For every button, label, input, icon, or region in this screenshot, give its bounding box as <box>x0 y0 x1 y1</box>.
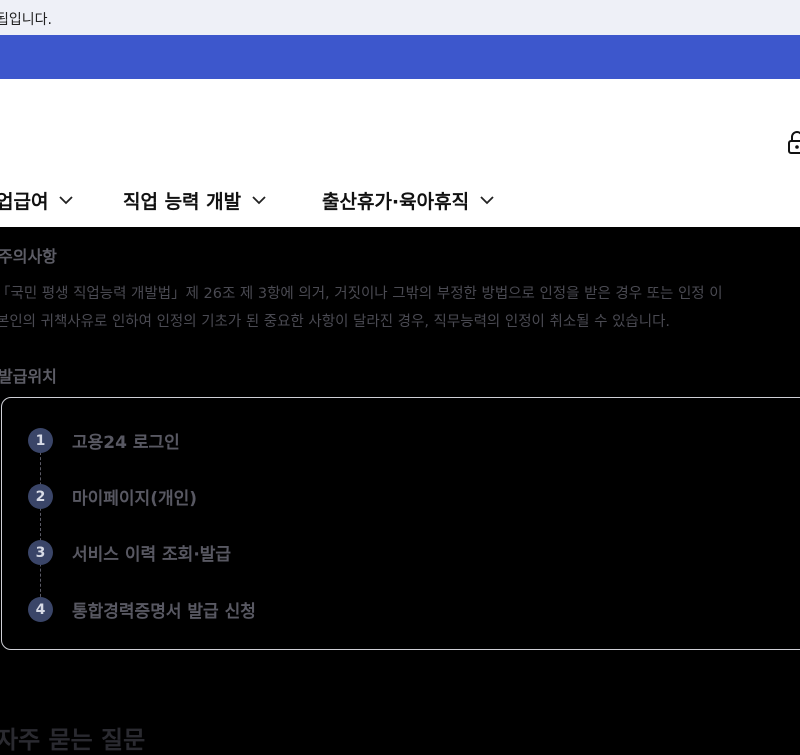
lock-icon[interactable] <box>788 131 800 155</box>
step-label: 고용24 로그인 <box>72 433 180 453</box>
chevron-down-icon <box>252 196 266 205</box>
nav-item-vocational-training[interactable]: 직업 능력 개발 <box>123 186 267 214</box>
caution-text-line: 「국민 평생 직업능력 개발법」제 26조 제 3항에 의거, 거짓이나 그밖의… <box>0 286 723 302</box>
chevron-down-icon <box>59 196 74 205</box>
issue-location-title: 발급위치 <box>0 367 57 386</box>
nav-item-label: 출산휴가·육아휴직 <box>322 190 470 213</box>
step-label: 서비스 이력 조회·발급 <box>72 545 232 565</box>
faq-title: 자주 묻는 질문 <box>0 726 146 754</box>
step-label: 마이페이지(개인) <box>72 489 198 509</box>
step-label: 통합경력증명서 발급 신청 <box>72 602 256 622</box>
nav-item-parental-leave[interactable]: 출산휴가·육아휴직 <box>322 186 495 214</box>
notice-text: 됩입니다. <box>0 12 52 28</box>
banner-band <box>0 35 800 79</box>
step-number-badge: 1 <box>28 428 53 453</box>
caution-title: 주의사항 <box>0 247 57 266</box>
caution-text-line: 본인의 귀책사유로 인하여 인정의 기초가 된 중요한 사항이 달라진 경우, … <box>0 314 671 330</box>
step-number-badge: 3 <box>28 540 53 565</box>
nav-item-unemployment-benefit[interactable]: 업급여 <box>0 186 74 214</box>
nav-item-label: 업급여 <box>0 190 49 213</box>
step-connector <box>40 452 41 602</box>
chevron-down-icon <box>480 196 494 205</box>
notice-bar: 됩입니다. <box>0 0 800 35</box>
nav-item-label: 직업 능력 개발 <box>123 190 242 213</box>
step-number-badge: 4 <box>28 597 53 622</box>
step-number-badge: 2 <box>28 484 53 509</box>
